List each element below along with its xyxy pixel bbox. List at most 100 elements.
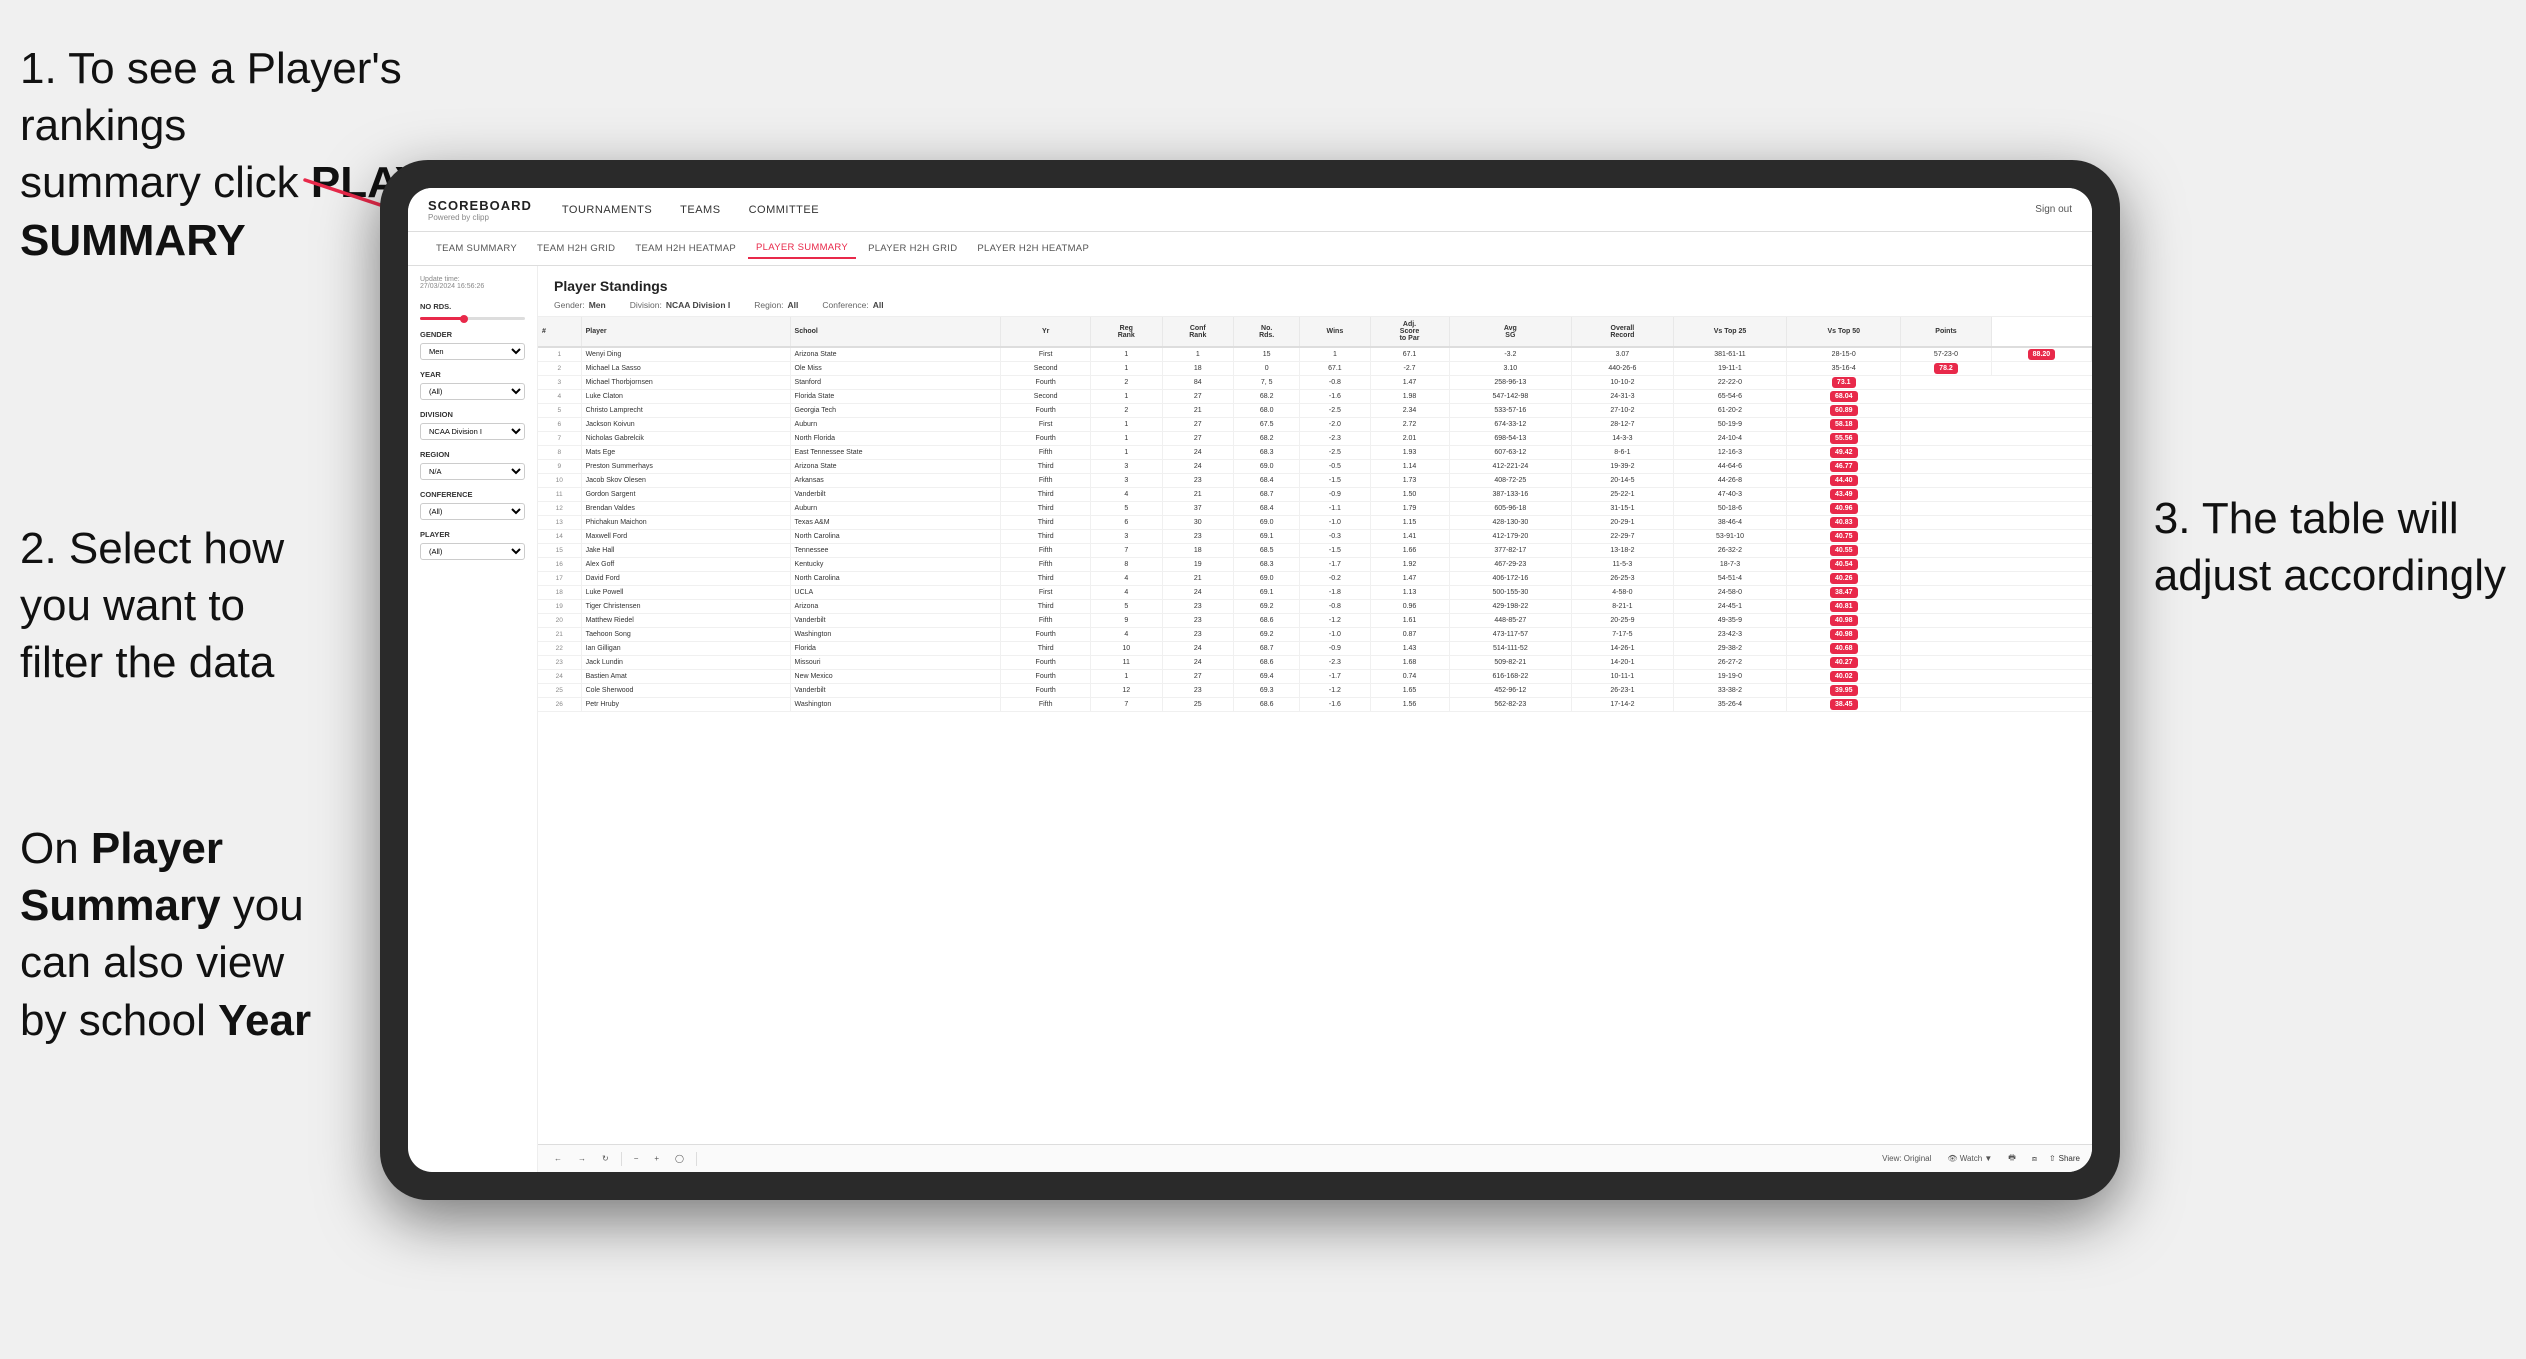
toolbar-refresh[interactable]: ↻ xyxy=(598,1152,613,1165)
points-value: 40.54 xyxy=(1830,559,1858,570)
cell-r7-c6: 68.3 xyxy=(1234,446,1300,460)
cell-r5-c7: -2.0 xyxy=(1300,418,1370,432)
cell-r3-c7: -1.6 xyxy=(1300,390,1370,404)
toolbar-zoom-in[interactable]: + xyxy=(650,1152,663,1165)
watch-label[interactable]: 👁 Watch ▼ xyxy=(1943,1152,1996,1165)
cell-r7-c0: 8 xyxy=(538,446,581,460)
cell-r10-c10: 25-22-1 xyxy=(1572,488,1673,502)
points-value: 55.56 xyxy=(1830,433,1858,444)
cell-r18-c11: 24-45-1 xyxy=(1673,600,1787,614)
division-select[interactable]: NCAA Division I xyxy=(420,423,525,440)
nav-teams[interactable]: TEAMS xyxy=(680,200,720,220)
toolbar-back[interactable]: ← xyxy=(550,1152,566,1165)
cell-r20-c5: 23 xyxy=(1162,628,1234,642)
cell-r18-c8: 0.96 xyxy=(1370,600,1449,614)
toolbar-forward[interactable]: → xyxy=(574,1152,590,1165)
year-filter: Year (All) xyxy=(420,370,525,400)
col-avg-sg: AvgSG xyxy=(1449,317,1572,347)
cell-r25-c9: 562-82-23 xyxy=(1449,698,1572,712)
toolbar-zoom-out[interactable]: − xyxy=(630,1152,643,1165)
sub-nav-player-h2h-heatmap[interactable]: PLAYER H2H HEATMAP xyxy=(969,239,1097,258)
share-button[interactable]: ⇧ Share xyxy=(2049,1154,2080,1163)
cell-r20-c8: 0.87 xyxy=(1370,628,1449,642)
standings-region: Region: All xyxy=(754,300,798,310)
cell-r0-c12: 28-15-0 xyxy=(1787,347,1901,362)
cell-r25-c12: 38.45 xyxy=(1787,698,1901,712)
nav-committee[interactable]: COMMITTEE xyxy=(749,200,820,220)
ann2b-bold1: PlayerSummary xyxy=(20,824,223,930)
cell-r16-c7: -0.2 xyxy=(1300,572,1370,586)
table-row: 24Bastien AmatNew MexicoFourth12769.4-1.… xyxy=(538,670,2092,684)
toolbar-grid[interactable]: ⧈ xyxy=(2028,1152,2041,1166)
cell-r16-c11: 54-51-4 xyxy=(1673,572,1787,586)
cell-r14-c10: 13-18-2 xyxy=(1572,544,1673,558)
sub-nav-team-h2h-grid[interactable]: TEAM H2H GRID xyxy=(529,239,623,258)
points-value: 46.77 xyxy=(1830,461,1858,472)
nav-links: TOURNAMENTS TEAMS COMMITTEE xyxy=(562,200,2035,220)
cell-r19-c9: 448-85-27 xyxy=(1449,614,1572,628)
col-player: Player xyxy=(581,317,790,347)
cell-r25-c3: Fifth xyxy=(1001,698,1091,712)
tablet-screen: SCOREBOARD Powered by clipp TOURNAMENTS … xyxy=(408,188,2092,1172)
cell-r16-c1: David Ford xyxy=(581,572,790,586)
cell-r25-c11: 35-26-4 xyxy=(1673,698,1787,712)
cell-r8-c12: 46.77 xyxy=(1787,460,1901,474)
cell-r18-c4: 5 xyxy=(1091,600,1163,614)
cell-r8-c5: 24 xyxy=(1162,460,1234,474)
cell-r22-c11: 26-27-2 xyxy=(1673,656,1787,670)
sub-nav-team-summary[interactable]: TEAM SUMMARY xyxy=(428,239,525,258)
cell-r12-c10: 20-29-1 xyxy=(1572,516,1673,530)
toolbar-print[interactable]: 🖶 xyxy=(2004,1150,2020,1168)
cell-r21-c0: 22 xyxy=(538,642,581,656)
no-rds-slider[interactable] xyxy=(420,317,525,320)
cell-r5-c4: 1 xyxy=(1091,418,1163,432)
year-select[interactable]: (All) xyxy=(420,383,525,400)
cell-r23-c7: -1.7 xyxy=(1300,670,1370,684)
cell-r20-c7: -1.0 xyxy=(1300,628,1370,642)
region-select[interactable]: N/A xyxy=(420,463,525,480)
cell-r8-c9: 412-221-24 xyxy=(1449,460,1572,474)
cell-r6-c9: 698-54-13 xyxy=(1449,432,1572,446)
col-overall-record: OverallRecord xyxy=(1572,317,1673,347)
cell-r17-c1: Luke Powell xyxy=(581,586,790,600)
table-row: 22Ian GilliganFloridaThird102468.7-0.91.… xyxy=(538,642,2092,656)
cell-r14-c7: -1.5 xyxy=(1300,544,1370,558)
cell-r20-c11: 23-42-3 xyxy=(1673,628,1787,642)
cell-r19-c6: 68.6 xyxy=(1234,614,1300,628)
bottom-toolbar: ← → ↻ − + ◯ View: Original 👁 Watch ▼ 🖶 ⧈ xyxy=(538,1144,2092,1172)
cell-r15-c6: 68.3 xyxy=(1234,558,1300,572)
cell-r3-c4: 1 xyxy=(1091,390,1163,404)
sign-out-link[interactable]: Sign out xyxy=(2035,204,2072,215)
cell-r16-c5: 21 xyxy=(1162,572,1234,586)
points-value: 38.45 xyxy=(1830,699,1858,710)
gender-select[interactable]: Men xyxy=(420,343,525,360)
cell-r6-c3: Fourth xyxy=(1001,432,1091,446)
region-label: Region xyxy=(420,450,525,459)
cell-r17-c10: 4-58-0 xyxy=(1572,586,1673,600)
cell-r12-c0: 13 xyxy=(538,516,581,530)
toolbar-clock[interactable]: ◯ xyxy=(671,1152,688,1165)
table-row: 14Maxwell FordNorth CarolinaThird32369.1… xyxy=(538,530,2092,544)
nav-tournaments[interactable]: TOURNAMENTS xyxy=(562,200,652,220)
cell-r9-c5: 23 xyxy=(1162,474,1234,488)
player-select[interactable]: (All) xyxy=(420,543,525,560)
cell-r4-c1: Christo Lamprecht xyxy=(581,404,790,418)
cell-r5-c5: 27 xyxy=(1162,418,1234,432)
sub-nav-player-summary[interactable]: PLAYER SUMMARY xyxy=(748,238,856,259)
cell-r23-c11: 19-19-0 xyxy=(1673,670,1787,684)
cell-r6-c8: 2.01 xyxy=(1370,432,1449,446)
cell-r12-c11: 38-46-4 xyxy=(1673,516,1787,530)
cell-r16-c0: 17 xyxy=(538,572,581,586)
points-value: 49.42 xyxy=(1830,447,1858,458)
cell-r5-c12: 58.18 xyxy=(1787,418,1901,432)
table-header-row: # Player School Yr RegRank ConfRank No.R… xyxy=(538,317,2092,347)
cell-r9-c8: 1.73 xyxy=(1370,474,1449,488)
conference-select[interactable]: (All) xyxy=(420,503,525,520)
view-label[interactable]: View: Original xyxy=(1878,1152,1935,1165)
cell-r11-c5: 37 xyxy=(1162,502,1234,516)
cell-r21-c11: 29-38-2 xyxy=(1673,642,1787,656)
cell-r0-c14: 88.20 xyxy=(1991,347,2091,362)
standings-gender-value: Men xyxy=(589,300,606,310)
sub-nav-player-h2h-grid[interactable]: PLAYER H2H GRID xyxy=(860,239,965,258)
sub-nav-team-h2h-heatmap[interactable]: TEAM H2H HEATMAP xyxy=(627,239,744,258)
